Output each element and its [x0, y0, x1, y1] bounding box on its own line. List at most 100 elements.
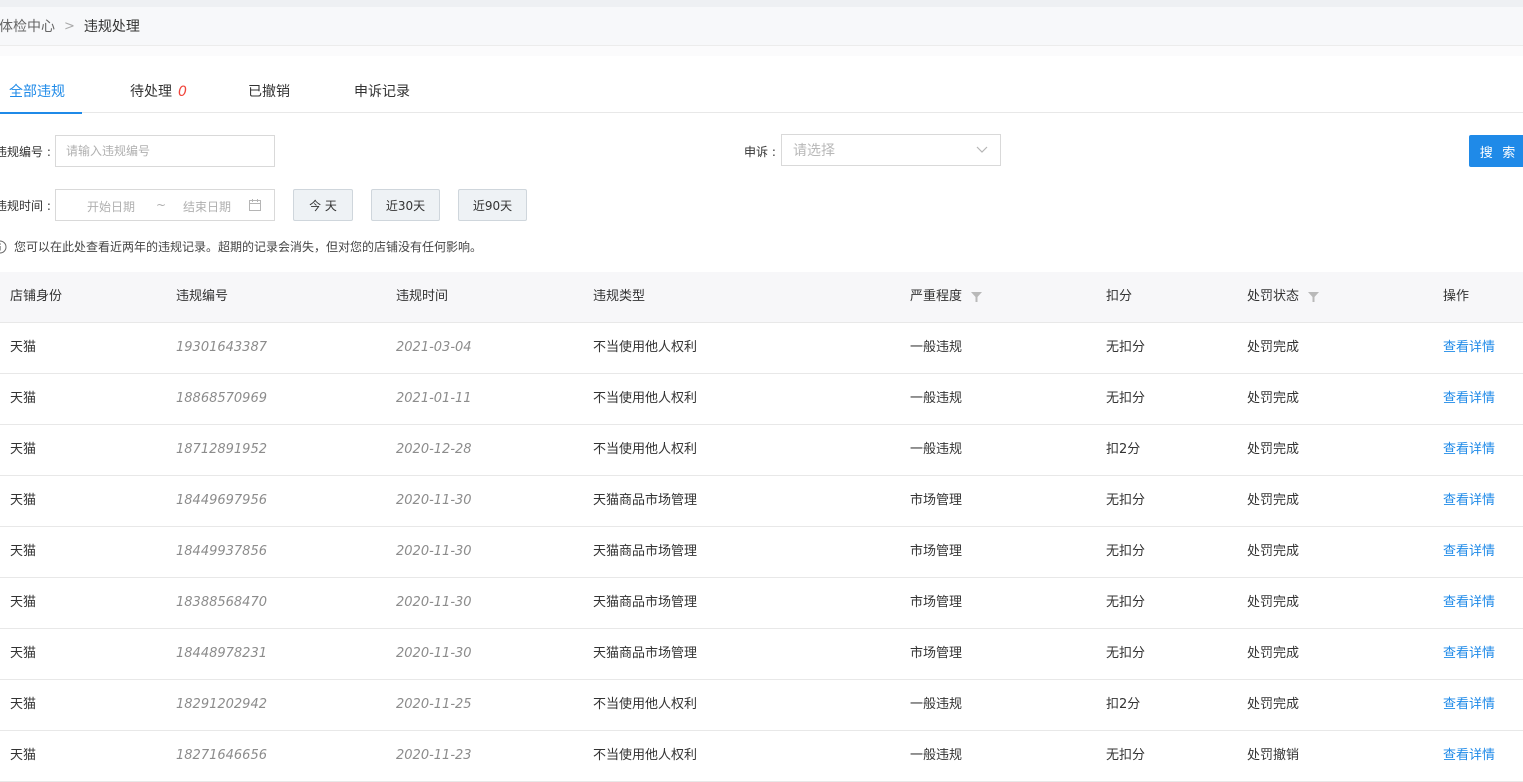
cell-violation-type: 天猫商品市场管理 [593, 595, 698, 610]
cell-severity: 一般违规 [910, 748, 963, 763]
cell-violation-no: 18291202942 [176, 697, 267, 712]
cell-violation-no: 19301643387 [176, 340, 267, 355]
breadcrumb-separator: > [64, 18, 75, 34]
table-row: 天猫 18449937856 2020-11-30 天猫商品市场管理 市场管理 无扣分 处罚… [0, 527, 1523, 578]
tab-appeal-records[interactable]: 申诉记录 [354, 56, 410, 113]
cell-violation-time: 2020-11-25 [396, 697, 472, 712]
view-details-link[interactable]: 查看详情 [1443, 578, 1495, 628]
cell-penalty-status: 处罚完成 [1247, 697, 1300, 712]
col-header-deduction: 扣分 [1106, 289, 1133, 304]
cell-violation-no: 18388568470 [176, 595, 267, 610]
table-row: 天猫 18291202942 2020-11-25 不当使用他人权利 一般违规 扣2分 处罚… [0, 680, 1523, 731]
cell-shop-identity: 天猫 [10, 493, 37, 508]
cell-severity: 一般违规 [910, 340, 963, 355]
date-range-separator: ~ [156, 198, 167, 212]
spacer-band [0, 46, 1523, 56]
last-90-days-button[interactable]: 近90天 [458, 189, 527, 221]
cell-deduction: 扣2分 [1106, 697, 1141, 712]
cell-penalty-status: 处罚完成 [1247, 493, 1300, 508]
breadcrumb-current: 违规处理 [83, 19, 140, 35]
cell-deduction: 无扣分 [1106, 646, 1146, 661]
cell-severity: 一般违规 [910, 391, 963, 406]
tab-pending[interactable]: 待处理 0 [130, 56, 187, 113]
info-icon [0, 240, 7, 253]
cell-deduction: 无扣分 [1106, 391, 1146, 406]
today-button[interactable]: 今 天 [293, 189, 353, 221]
cell-shop-identity: 天猫 [10, 697, 37, 712]
cell-violation-time: 2020-11-30 [396, 595, 472, 610]
table-row: 天猫 18712891952 2020-12-28 不当使用他人权利 一般违规 扣2分 处罚… [0, 425, 1523, 476]
view-details-link[interactable]: 查看详情 [1443, 731, 1495, 781]
cell-severity: 市场管理 [910, 544, 963, 559]
cell-deduction: 无扣分 [1106, 493, 1146, 508]
cell-violation-time: 2020-11-23 [396, 748, 472, 763]
tab-label: 待处理 [130, 84, 172, 100]
search-button[interactable]: 搜 索 [1469, 135, 1523, 167]
view-details-link[interactable]: 查看详情 [1443, 680, 1495, 730]
table-row: 天猫 18388568470 2020-11-30 天猫商品市场管理 市场管理 无扣分 处罚… [0, 578, 1523, 629]
cell-shop-identity: 天猫 [10, 391, 37, 406]
col-header-shop-identity: 店铺身份 [10, 289, 63, 304]
cell-violation-type: 不当使用他人权利 [593, 391, 698, 406]
col-header-violation-type: 违规类型 [593, 289, 646, 304]
cell-penalty-status: 处罚完成 [1247, 442, 1300, 457]
appeal-select[interactable]: 请选择 [781, 134, 1001, 166]
cell-deduction: 无扣分 [1106, 748, 1146, 763]
cell-penalty-status: 处罚完成 [1247, 391, 1300, 406]
view-details-link[interactable]: 查看详情 [1443, 374, 1495, 424]
table-row: 天猫 18271646656 2020-11-23 不当使用他人权利 一般违规 无扣分 处罚… [0, 731, 1523, 782]
view-details-link[interactable]: 查看详情 [1443, 527, 1495, 577]
appeal-select-placeholder: 请选择 [793, 143, 835, 159]
view-details-link[interactable]: 查看详情 [1443, 425, 1495, 475]
cell-violation-time: 2021-01-11 [396, 391, 472, 406]
cell-penalty-status: 处罚完成 [1247, 340, 1300, 355]
cell-shop-identity: 天猫 [10, 340, 37, 355]
table-row: 天猫 18448978231 2020-11-30 天猫商品市场管理 市场管理 无扣分 处罚… [0, 629, 1523, 680]
filter-icon[interactable] [971, 292, 983, 302]
cell-violation-time: 2020-12-28 [396, 442, 472, 457]
tab-bar: 全部违规 待处理 0 已撤销 申诉记录 [0, 56, 1523, 114]
info-tip-text: 您可以在此处查看近两年的违规记录。超期的记录会消失，但对您的店铺没有任何影响。 [14, 240, 483, 254]
cell-penalty-status: 处罚完成 [1247, 646, 1300, 661]
pending-count-badge: 0 [178, 84, 187, 100]
view-details-link[interactable]: 查看详情 [1443, 476, 1495, 526]
tab-revoked[interactable]: 已撤销 [248, 56, 290, 113]
cell-violation-time: 2020-11-30 [396, 646, 472, 661]
violation-no-label: 违规编号 : [0, 145, 51, 159]
cell-shop-identity: 天猫 [10, 646, 37, 661]
start-date-placeholder[interactable]: 开始日期 [87, 198, 135, 215]
cell-shop-identity: 天猫 [10, 544, 37, 559]
cell-deduction: 无扣分 [1106, 595, 1146, 610]
filter-icon[interactable] [1308, 292, 1320, 302]
cell-violation-time: 2020-11-30 [396, 544, 472, 559]
cell-deduction: 扣2分 [1106, 442, 1141, 457]
cell-deduction: 无扣分 [1106, 340, 1146, 355]
cell-shop-identity: 天猫 [10, 442, 37, 457]
cell-violation-type: 天猫商品市场管理 [593, 646, 698, 661]
cell-violation-no: 18712891952 [176, 442, 267, 457]
cell-violation-type: 不当使用他人权利 [593, 442, 698, 457]
cell-shop-identity: 天猫 [10, 595, 37, 610]
cell-violation-no: 18868570969 [176, 391, 267, 406]
cell-penalty-status: 处罚撤销 [1247, 748, 1300, 763]
table-header: 店铺身份 违规编号 违规时间 违规类型 严重程度 扣分 处罚状态 操作 [0, 272, 1523, 323]
cell-severity: 市场管理 [910, 493, 963, 508]
cell-severity: 市场管理 [910, 595, 963, 610]
end-date-placeholder[interactable]: 结束日期 [183, 198, 231, 215]
tab-all-violations[interactable]: 全部违规 [0, 56, 82, 114]
last-30-days-button[interactable]: 近30天 [371, 189, 440, 221]
cell-violation-type: 不当使用他人权利 [593, 697, 698, 712]
cell-severity: 一般违规 [910, 697, 963, 712]
date-range-picker[interactable]: 开始日期 ~ 结束日期 [55, 189, 275, 221]
cell-violation-type: 天猫商品市场管理 [593, 493, 698, 508]
chevron-down-icon [976, 146, 988, 153]
tab-label: 全部违规 [9, 84, 65, 100]
col-header-violation-time: 违规时间 [396, 289, 449, 304]
violation-no-input[interactable] [55, 135, 275, 167]
view-details-link[interactable]: 查看详情 [1443, 629, 1495, 679]
breadcrumb-home[interactable]: 体检中心 [0, 16, 55, 36]
view-details-link[interactable]: 查看详情 [1443, 323, 1495, 373]
calendar-icon [249, 199, 261, 211]
info-tip: 您可以在此处查看近两年的违规记录。超期的记录会消失，但对您的店铺没有任何影响。 [0, 238, 482, 255]
cell-violation-no: 18449697956 [176, 493, 267, 508]
